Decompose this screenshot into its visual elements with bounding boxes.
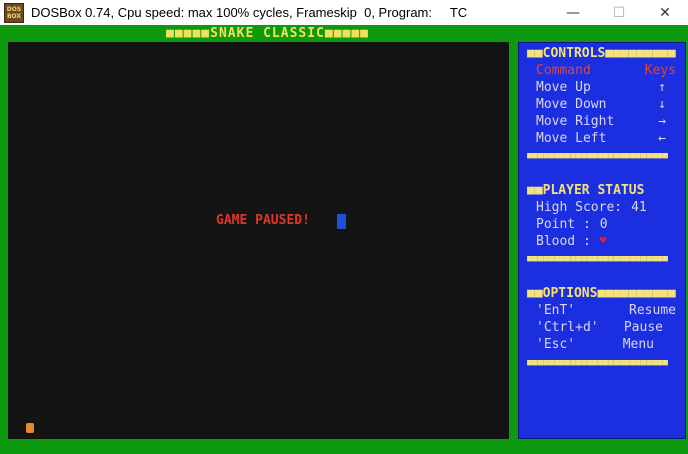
snake-playfield[interactable]: [8, 42, 509, 439]
minimize-button[interactable]: —: [550, 0, 596, 25]
option-key: 'Esc': [536, 337, 576, 352]
command-header: Command: [536, 63, 591, 78]
high-score-value: 41: [631, 200, 647, 215]
divider: ■■■■■■■■■■■■■■■■■■■■■■■■■■: [527, 152, 668, 161]
control-label: Move Right: [536, 114, 615, 129]
icon-label-top: DOS: [6, 5, 22, 13]
divider: ■■■■■■■■■■■■■■■■■■■■■■■■■■: [527, 255, 668, 264]
control-row-down: Move Down ↓: [536, 97, 676, 112]
divider: ■■■■■■■■■■■■■■■■■■■■■■■■■■: [527, 359, 668, 368]
close-button[interactable]: ✕: [642, 0, 688, 25]
point-row: Point : 0: [536, 217, 676, 232]
control-row-right: Move Right →: [536, 114, 676, 129]
point-value: 0: [599, 217, 608, 232]
option-key: 'EnT': [536, 303, 576, 318]
option-row-resume: 'EnT' Resume: [536, 303, 676, 318]
status-title: ■■PLAYER STATUS: [527, 183, 645, 198]
arrow-right-icon: →: [658, 114, 666, 129]
option-row-menu: 'Esc' Menu: [536, 337, 676, 352]
keys-header: Keys: [644, 63, 676, 78]
minimize-icon: —: [566, 4, 580, 21]
control-label: Move Left: [536, 131, 607, 146]
option-action: Resume: [629, 303, 676, 318]
option-row-pause: 'Ctrl+d' Pause: [536, 320, 676, 335]
arrow-up-icon: ↑: [658, 80, 666, 95]
option-key: 'Ctrl+d': [536, 320, 599, 335]
option-action: Menu: [622, 337, 654, 352]
game-title: ■■■■■SNAKE CLASSIC■■■■■: [160, 25, 376, 41]
close-icon: ✕: [659, 4, 671, 21]
controls-header: Command Keys: [536, 63, 676, 78]
maximize-button[interactable]: ☐: [596, 0, 642, 25]
option-action: Pause: [623, 320, 663, 335]
blood-label: Blood :: [536, 234, 591, 249]
snake-head: [26, 423, 34, 433]
high-score-label: High Score:: [536, 200, 623, 215]
dos-screen[interactable]: ■■■■■SNAKE CLASSIC■■■■■ GAME PAUSED! ■■C…: [0, 25, 688, 454]
paused-message: GAME PAUSED!: [216, 213, 310, 228]
maximize-icon: ☐: [612, 4, 626, 21]
dosbox-app-icon: DOS BOX: [4, 2, 24, 23]
info-panel: ■■CONTROLS■■■■■■■■■ Command Keys Move Up…: [518, 42, 686, 439]
icon-label-bottom: BOX: [6, 12, 22, 20]
point-label: Point :: [536, 217, 591, 232]
arrow-down-icon: ↓: [658, 97, 666, 112]
arrow-left-icon: ←: [658, 131, 666, 146]
title-bar[interactable]: DOS BOX DOSBox 0.74, Cpu speed: max 100%…: [0, 0, 688, 25]
window-title: DOSBox 0.74, Cpu speed: max 100% cycles,…: [31, 5, 468, 20]
control-label: Move Up: [536, 80, 591, 95]
control-row-left: Move Left ←: [536, 131, 676, 146]
text-cursor: [337, 214, 346, 229]
controls-title: ■■CONTROLS■■■■■■■■■: [527, 46, 676, 61]
control-row-up: Move Up ↑: [536, 80, 676, 95]
dosbox-window: DOS BOX DOSBox 0.74, Cpu speed: max 100%…: [0, 0, 688, 454]
control-label: Move Down: [536, 97, 607, 112]
heart-icon: ♥: [599, 234, 607, 247]
options-title: ■■OPTIONS■■■■■■■■■■: [527, 286, 676, 301]
high-score-row: High Score: 41: [536, 200, 676, 215]
blood-row: Blood : ♥: [536, 234, 676, 249]
